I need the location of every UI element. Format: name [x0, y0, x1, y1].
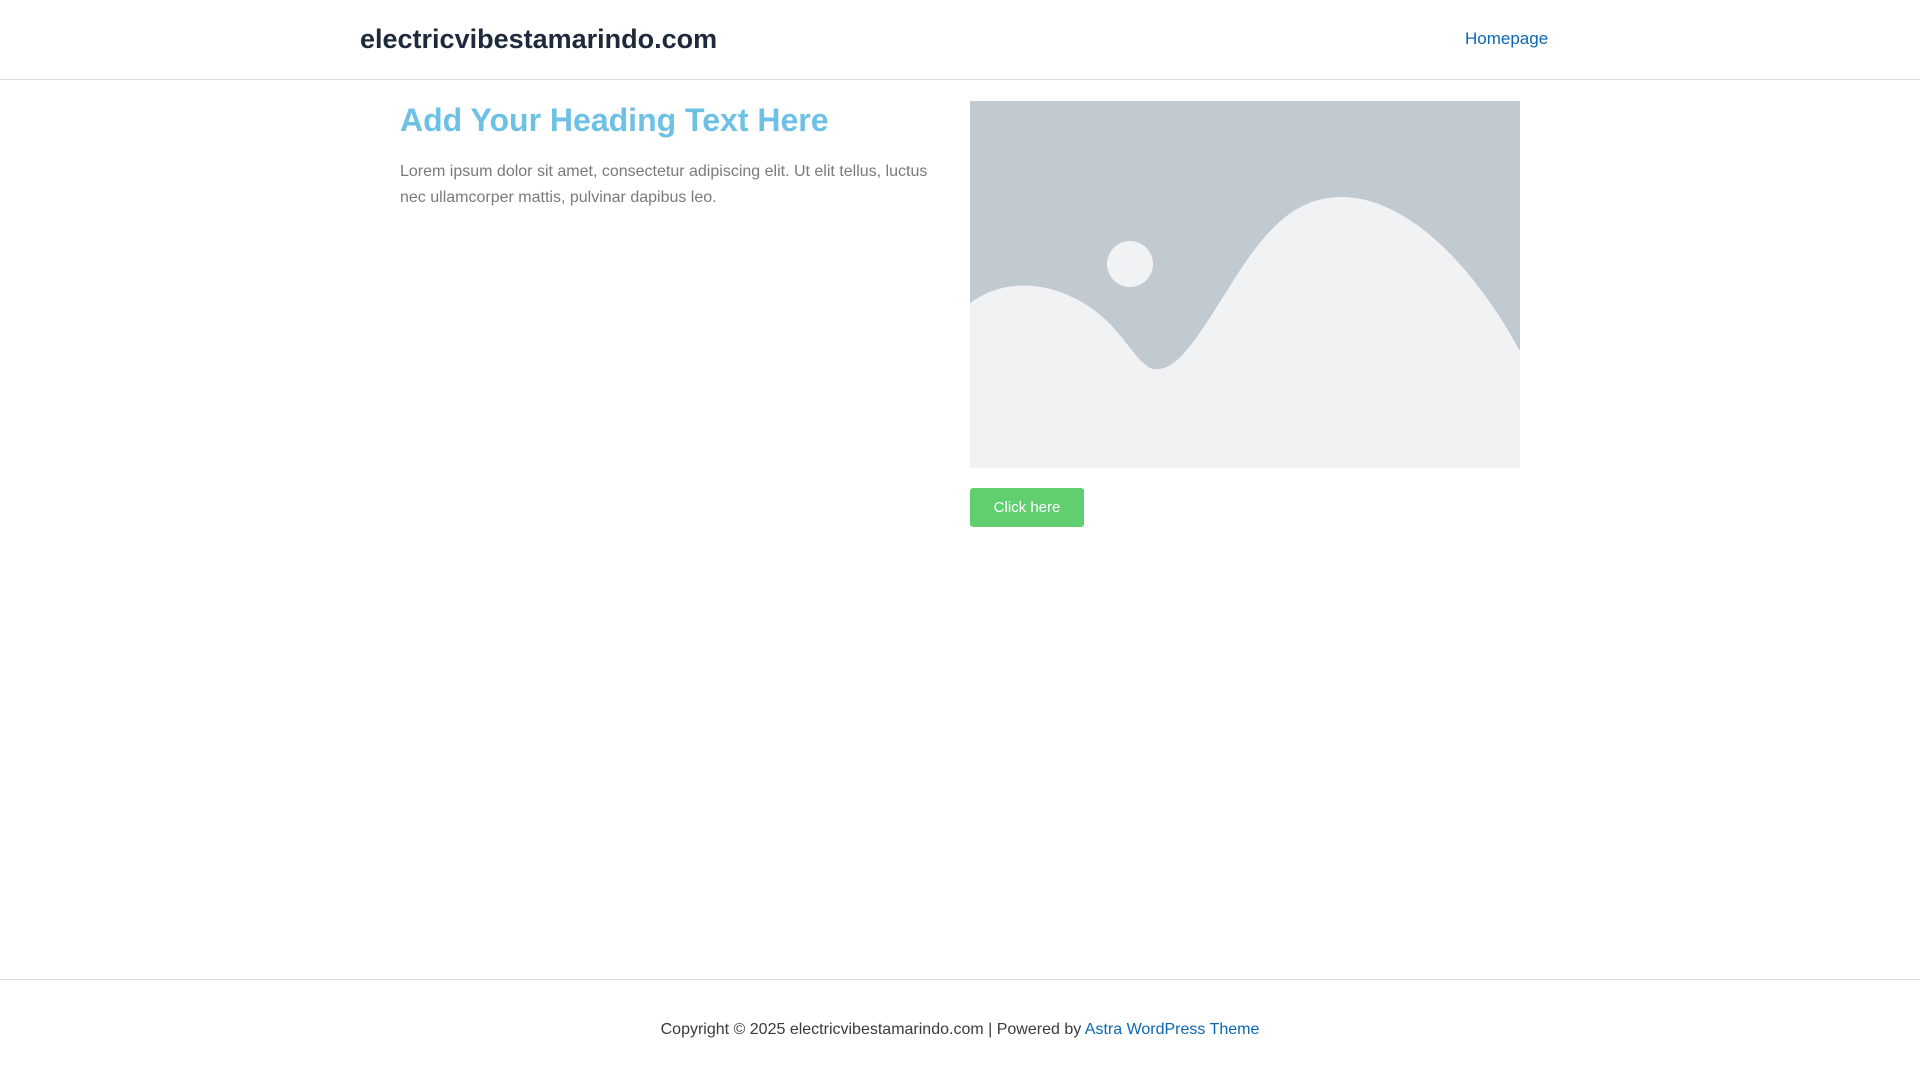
site-header: electricvibestamarindo.com Homepage — [0, 0, 1920, 80]
nav-item-homepage[interactable]: Homepage — [1465, 29, 1548, 49]
page-heading: Add Your Heading Text Here — [400, 102, 829, 138]
site-footer: Copyright © 2025 electricvibestamarindo.… — [0, 979, 1920, 1080]
body-paragraph: Lorem ipsum dolor sit amet, consectetur … — [400, 163, 928, 206]
astra-theme-link[interactable]: Astra WordPress Theme — [1085, 1021, 1260, 1038]
main-content: Add Your Heading Text Here Lorem ipsum d… — [0, 80, 1920, 979]
site-title-link[interactable]: electricvibestamarindo.com — [360, 22, 717, 56]
copyright-text: Copyright © 2025 electricvibestamarindo.… — [660, 1021, 1082, 1038]
placeholder-sun-shape — [1107, 241, 1153, 287]
click-here-button[interactable]: Click here — [970, 488, 1084, 527]
image-placeholder-icon — [970, 101, 1520, 468]
footer-copyright: Copyright © 2025 electricvibestamarindo.… — [0, 1020, 1920, 1040]
